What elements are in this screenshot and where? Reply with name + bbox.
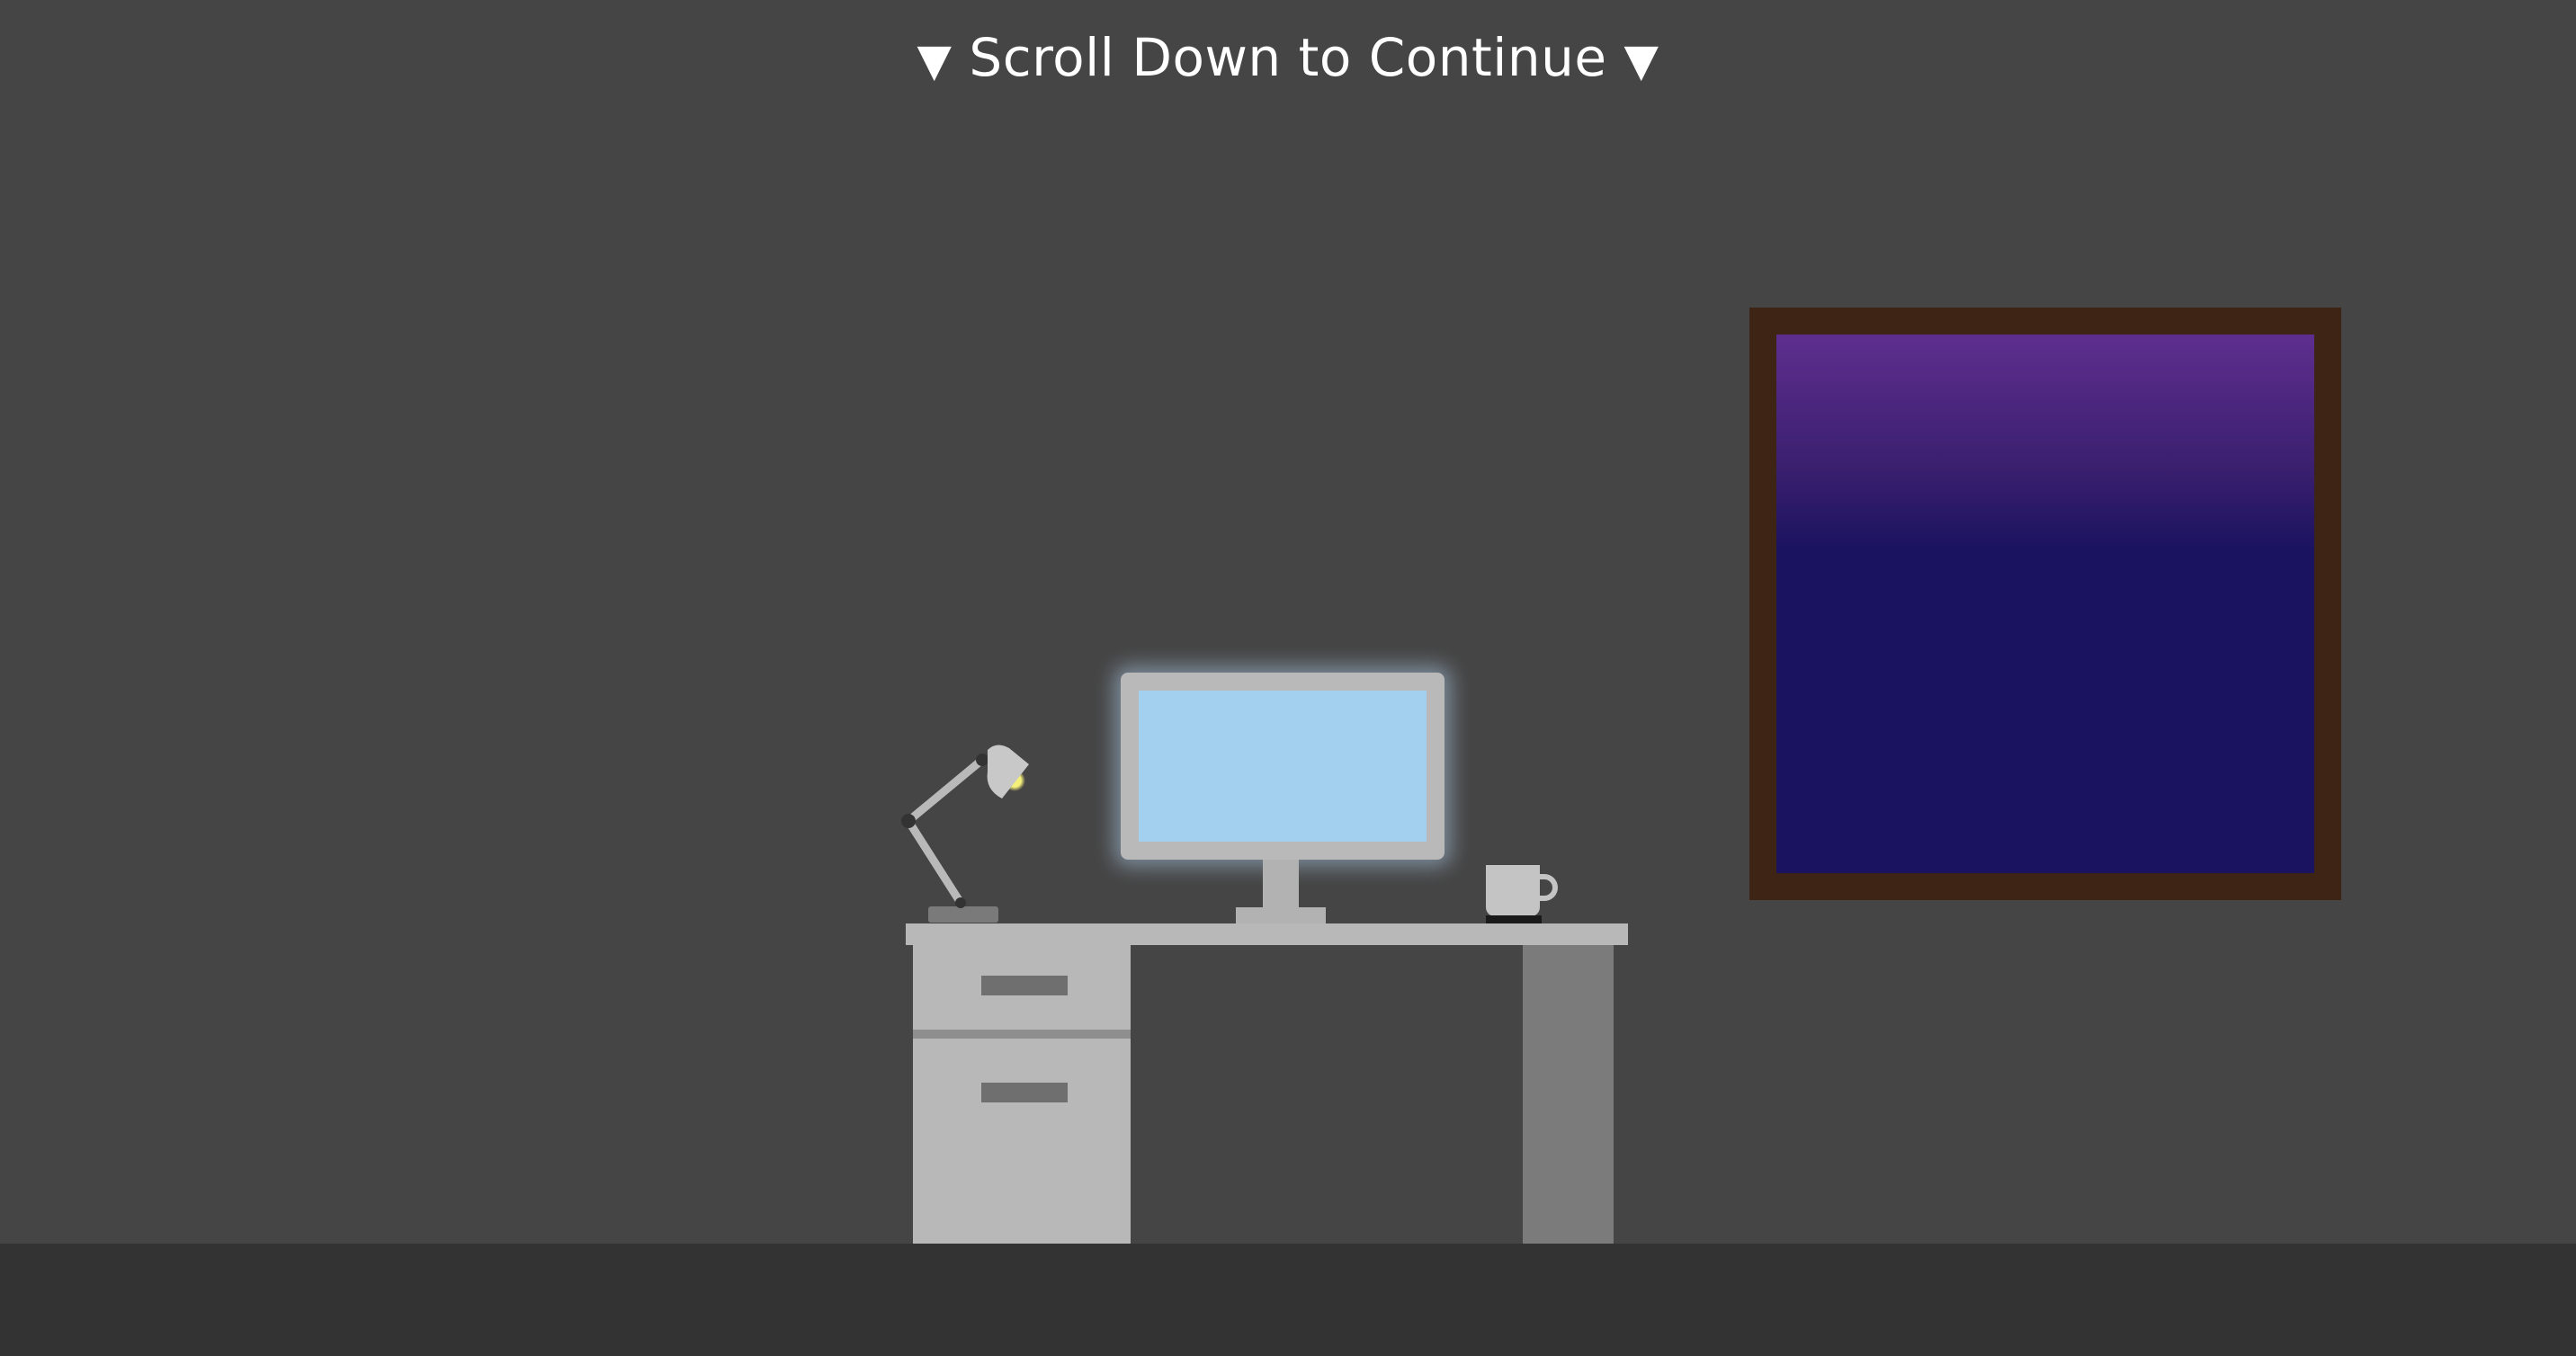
scroll-prompt-label: Scroll Down to Continue <box>969 27 1607 88</box>
night-sky-pane <box>1776 335 2314 873</box>
room-scene: ▼ Scroll Down to Continue ▼ <box>0 0 2576 1356</box>
computer-monitor <box>1121 673 1445 860</box>
night-window <box>1749 308 2341 900</box>
monitor-stand-base <box>1236 907 1326 923</box>
desk-drawer-unit <box>913 945 1131 1244</box>
triangle-down-icon: ▼ <box>1623 34 1659 86</box>
floor <box>0 1244 2576 1356</box>
mug-handle <box>1533 874 1558 901</box>
drawer-handle-bottom <box>981 1083 1068 1102</box>
triangle-down-icon: ▼ <box>917 34 953 86</box>
desk-lamp-icon <box>901 745 1029 923</box>
coffee-mug-icon <box>1486 865 1540 916</box>
drawer-handle-top <box>981 976 1068 995</box>
monitor-stand-neck <box>1263 860 1299 907</box>
scroll-down-prompt[interactable]: ▼ Scroll Down to Continue ▼ <box>0 25 2576 93</box>
desk-top <box>906 923 1628 945</box>
monitor-screen <box>1139 691 1427 842</box>
desk-leg <box>1523 945 1614 1244</box>
drawer-divider <box>913 1030 1131 1039</box>
